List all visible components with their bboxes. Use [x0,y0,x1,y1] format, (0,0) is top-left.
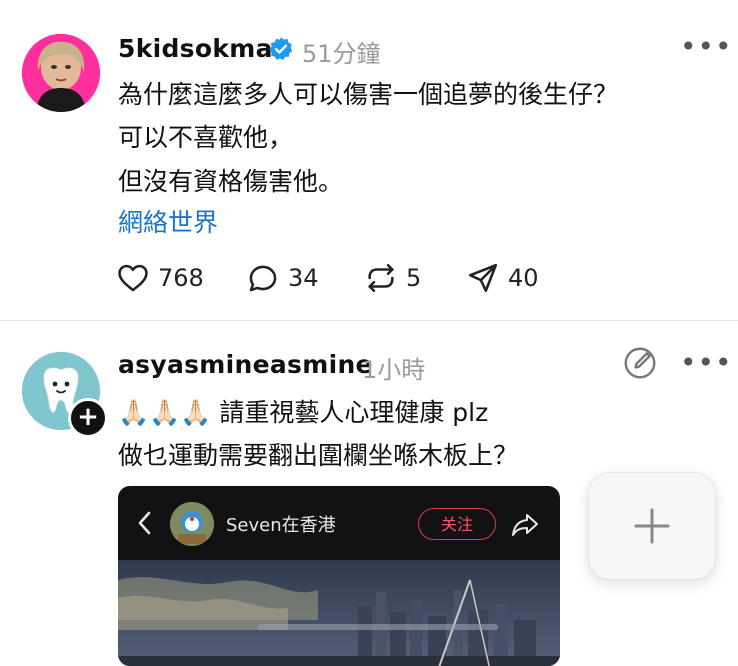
share-count: 40 [508,264,539,292]
repost-icon [368,263,394,293]
city-night-photo [118,560,560,666]
post-text: 請重視藝人心理健康 plz [219,398,489,427]
heart-icon [118,264,148,292]
like-count: 768 [158,264,204,292]
username[interactable]: 5kidsokma [118,34,273,63]
follow-button: 关注 [418,508,496,540]
username[interactable]: asyasmineasmine [118,350,373,379]
topic-tag[interactable]: 網絡世界 [118,203,218,239]
post-text-line: 🙏🏻🙏🏻🙏🏻 請重視藝人心理健康 plz [118,393,488,429]
repost-button[interactable]: 5 [364,258,421,298]
plus-icon [634,508,670,544]
embed-username: Seven在香港 [226,515,336,536]
post-time: 1小時 [362,356,426,384]
post-divider [0,320,738,321]
post-text-line: 為什麼這麼多人可以傷害一個追夢的後生仔？ [118,80,619,109]
pray-emoji: 🙏🏻🙏🏻🙏🏻 [118,398,212,427]
new-post-fab[interactable] [588,472,716,580]
share-button[interactable]: 40 [466,258,539,298]
repost-count: 5 [406,264,422,292]
post-time: 51分鐘 [302,40,381,68]
embed-header: Seven在香港 关注 [118,486,560,560]
back-icon [138,511,151,535]
share-arrow-icon [512,514,538,536]
like-button[interactable]: 768 [116,258,204,298]
embedded-screenshot[interactable]: Seven在香港 关注 [118,486,560,666]
comment-button[interactable]: 34 [246,258,319,298]
post-text-line: 可以不喜歡他， [118,123,294,152]
verified-icon [269,37,293,61]
comment-count: 34 [288,264,319,292]
avatar-photo [22,34,100,112]
share-icon [468,263,498,293]
embed-avatar [170,502,214,546]
edit-icon[interactable] [622,345,658,381]
post-1: 5kidsokma 51分鐘 ••• 為什麼這麼多人可以傷害一個追夢的後生仔？ … [0,0,738,320]
comment-icon [249,265,277,292]
post-text-line: 但沒有資格傷害他。 [118,167,344,196]
post-text-line: 做乜運動需要翻出圍欄坐喺木板上？ [118,441,519,470]
avatar[interactable] [22,34,100,112]
more-icon[interactable]: ••• [680,346,733,379]
follow-plus-badge[interactable]: + [68,398,108,438]
more-icon[interactable]: ••• [680,30,733,63]
